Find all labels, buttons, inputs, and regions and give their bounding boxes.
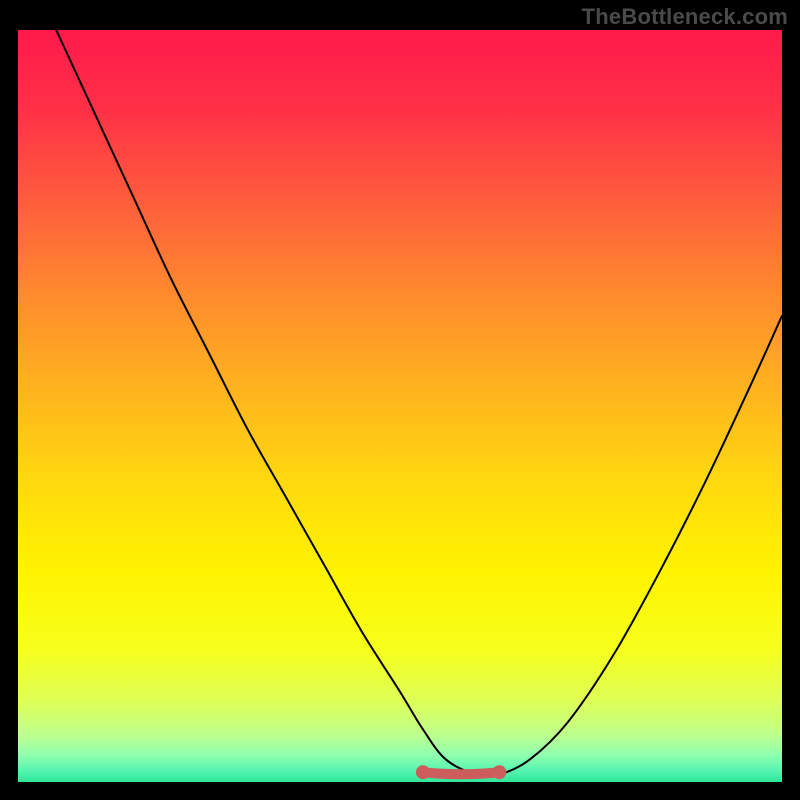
plot-area xyxy=(18,30,782,782)
chart-frame: TheBottleneck.com xyxy=(0,0,800,800)
optimal-range-marker xyxy=(416,765,506,779)
watermark-text: TheBottleneck.com xyxy=(582,4,788,30)
chart-svg xyxy=(18,30,782,782)
bottleneck-curve xyxy=(56,30,782,776)
